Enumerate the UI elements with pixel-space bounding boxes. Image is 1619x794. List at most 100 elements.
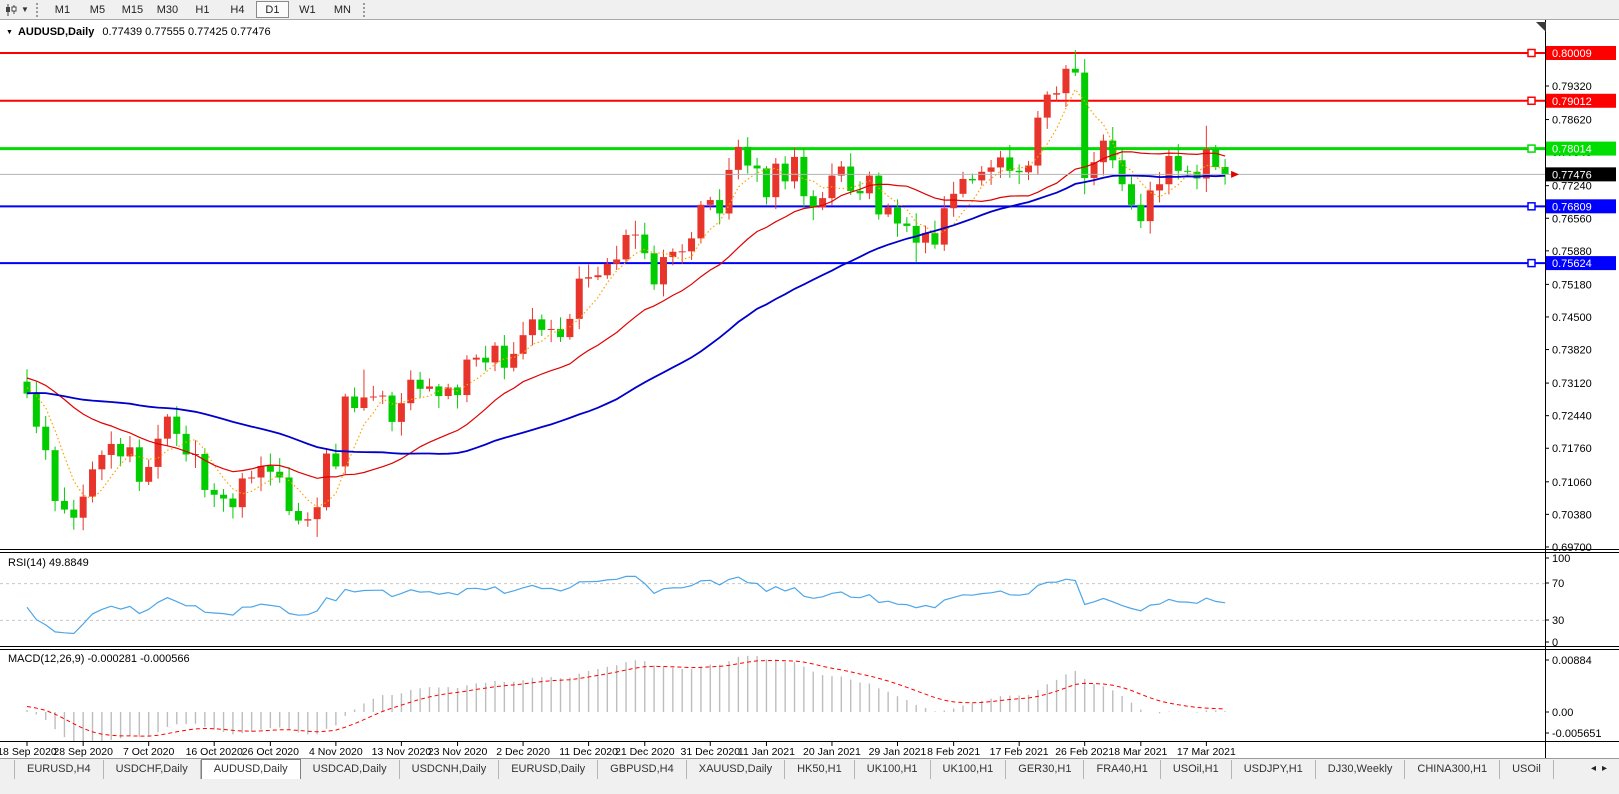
time-axis-label: 7 Oct 2020 bbox=[123, 746, 175, 758]
time-axis-label: 13 Nov 2020 bbox=[372, 746, 432, 758]
candle-body bbox=[604, 264, 611, 275]
tab-scroll-left-icon[interactable]: ◂ bbox=[1591, 763, 1602, 774]
candle-body bbox=[473, 358, 480, 360]
level-drag-handle[interactable] bbox=[1528, 260, 1535, 267]
toolbar-grip-handle[interactable] bbox=[363, 3, 366, 17]
timeframe-button-m5[interactable]: M5 bbox=[81, 1, 114, 18]
tab-usoil[interactable]: USOil bbox=[1500, 760, 1554, 779]
tab-gbpusd-h4[interactable]: GBPUSD,H4 bbox=[598, 760, 687, 779]
candle-body bbox=[866, 176, 873, 194]
candle-body bbox=[651, 253, 658, 284]
candle-body bbox=[351, 397, 358, 408]
timeframe-button-w1[interactable]: W1 bbox=[291, 1, 324, 18]
tab-xauusd-daily[interactable]: XAUUSD,Daily bbox=[687, 760, 785, 779]
candle-body bbox=[997, 157, 1004, 167]
candle-body bbox=[248, 477, 255, 478]
candle-body bbox=[613, 259, 620, 263]
timeframe-button-m1[interactable]: M1 bbox=[46, 1, 79, 18]
candle-body bbox=[566, 319, 573, 337]
chart-type-icon[interactable] bbox=[4, 3, 18, 17]
candle-body bbox=[576, 279, 583, 319]
tab-usdcnh-daily[interactable]: USDCNH,Daily bbox=[400, 760, 500, 779]
timeframe-button-h4[interactable]: H4 bbox=[221, 1, 254, 18]
tab-audusd-daily[interactable]: AUDUSD,Daily bbox=[201, 759, 301, 779]
timeframe-button-m30[interactable]: M30 bbox=[151, 1, 184, 18]
tab-uk100-h1[interactable]: UK100,H1 bbox=[931, 760, 1007, 779]
axis-tick-label: 0.75880 bbox=[1552, 246, 1592, 258]
time-axis-label: 8 Feb 2021 bbox=[927, 746, 980, 758]
candle-body bbox=[1119, 160, 1126, 184]
timeframe-button-d1[interactable]: D1 bbox=[256, 1, 289, 18]
candle-body bbox=[98, 455, 105, 469]
chart-window: 0.793200.786200.779400.772400.765600.758… bbox=[0, 20, 1619, 794]
candle-body bbox=[978, 172, 985, 181]
axis-tick-label: 0.78620 bbox=[1552, 115, 1592, 127]
level-drag-handle[interactable] bbox=[1528, 49, 1535, 56]
candle-body bbox=[389, 396, 396, 422]
candle-body bbox=[70, 510, 77, 518]
tab-hk50-h1[interactable]: HK50,H1 bbox=[785, 760, 855, 779]
chart-title: ▼AUDUSD,Daily0.77439 0.77555 0.77425 0.7… bbox=[6, 26, 271, 38]
axis-tick-label: 0.72440 bbox=[1552, 411, 1592, 423]
time-axis-label: 26 Feb 2021 bbox=[1055, 746, 1114, 758]
tab-usdjpy-h1[interactable]: USDJPY,H1 bbox=[1232, 760, 1316, 779]
candle-body bbox=[426, 386, 433, 388]
candle-body bbox=[342, 397, 349, 467]
candle-body bbox=[557, 329, 564, 337]
candle-body bbox=[1016, 171, 1023, 172]
tab-ger30-h1[interactable]: GER30,H1 bbox=[1006, 760, 1084, 779]
level-drag-handle[interactable] bbox=[1528, 203, 1535, 210]
candle-body bbox=[529, 319, 536, 335]
tab-china300-h1[interactable]: CHINA300,H1 bbox=[1405, 760, 1500, 779]
candle-body bbox=[501, 346, 508, 368]
level-price-tag-label: 0.75624 bbox=[1552, 258, 1592, 270]
candle-body bbox=[632, 235, 639, 236]
macd-axis-label: -0.005651 bbox=[1552, 728, 1602, 740]
collapse-arrow-icon[interactable]: ▼ bbox=[6, 29, 13, 36]
macd-values: -0.000281 -0.000566 bbox=[87, 653, 189, 665]
time-axis-label: 11 Dec 2020 bbox=[559, 746, 618, 758]
price-chart-svg[interactable]: 0.793200.786200.779400.772400.765600.758… bbox=[0, 20, 1619, 794]
tab-eurusd-h4[interactable]: EURUSD,H4 bbox=[14, 760, 104, 779]
candle-body bbox=[707, 200, 714, 205]
candle-body bbox=[688, 238, 695, 251]
axis-tick-label: 0.70380 bbox=[1552, 509, 1592, 521]
tab-scroll-right-icon[interactable]: ▸ bbox=[1602, 763, 1613, 774]
tab-usdchf-daily[interactable]: USDCHF,Daily bbox=[104, 760, 201, 779]
candle-body bbox=[52, 450, 59, 501]
candle-body bbox=[126, 447, 133, 456]
tab-eurusd-daily[interactable]: EURUSD,Daily bbox=[499, 760, 598, 779]
time-axis-label: 18 Sep 2020 bbox=[0, 746, 57, 758]
chart-symbol-label: AUDUSD,Daily bbox=[18, 26, 94, 38]
toolbar-grip-handle[interactable] bbox=[36, 3, 39, 17]
tab-dj30-weekly[interactable]: DJ30,Weekly bbox=[1316, 760, 1406, 779]
time-axis-label: 26 Oct 2020 bbox=[242, 746, 299, 758]
timeframe-button-h1[interactable]: H1 bbox=[186, 1, 219, 18]
tab-fra40-h1[interactable]: FRA40,H1 bbox=[1084, 760, 1160, 779]
tab-usdcad-daily[interactable]: USDCAD,Daily bbox=[301, 760, 400, 779]
chevron-down-icon[interactable]: ▼ bbox=[21, 5, 29, 14]
candle-body bbox=[108, 444, 115, 455]
tab-uk100-h1[interactable]: UK100,H1 bbox=[855, 760, 931, 779]
axis-tick-label: 0.73120 bbox=[1552, 378, 1592, 390]
candle-body bbox=[1212, 149, 1219, 167]
timeframe-button-m15[interactable]: M15 bbox=[116, 1, 149, 18]
macd-indicator-label: MACD(12,26,9) -0.000281 -0.000566 bbox=[8, 653, 190, 665]
candle-body bbox=[1147, 190, 1154, 221]
rsi-axis-label: 70 bbox=[1552, 578, 1564, 590]
tab-usoil-h1[interactable]: USOil,H1 bbox=[1161, 760, 1232, 779]
tab-scroll-arrows: ◂▸ bbox=[1587, 761, 1617, 776]
time-axis-label: 21 Dec 2020 bbox=[615, 746, 675, 758]
level-drag-handle[interactable] bbox=[1528, 145, 1535, 152]
timeframe-button-mn[interactable]: MN bbox=[326, 1, 359, 18]
level-price-tag-label: 0.79012 bbox=[1552, 96, 1592, 108]
candle-body bbox=[145, 467, 152, 482]
rsi-axis-label: 100 bbox=[1552, 553, 1570, 565]
candle-body bbox=[42, 427, 49, 450]
level-price-tag-label: 0.78014 bbox=[1552, 144, 1592, 156]
candle-body bbox=[510, 354, 517, 368]
candle-body bbox=[407, 380, 414, 403]
time-axis-label: 8 Mar 2021 bbox=[1114, 746, 1167, 758]
level-drag-handle[interactable] bbox=[1528, 97, 1535, 104]
candle-body bbox=[164, 417, 171, 439]
